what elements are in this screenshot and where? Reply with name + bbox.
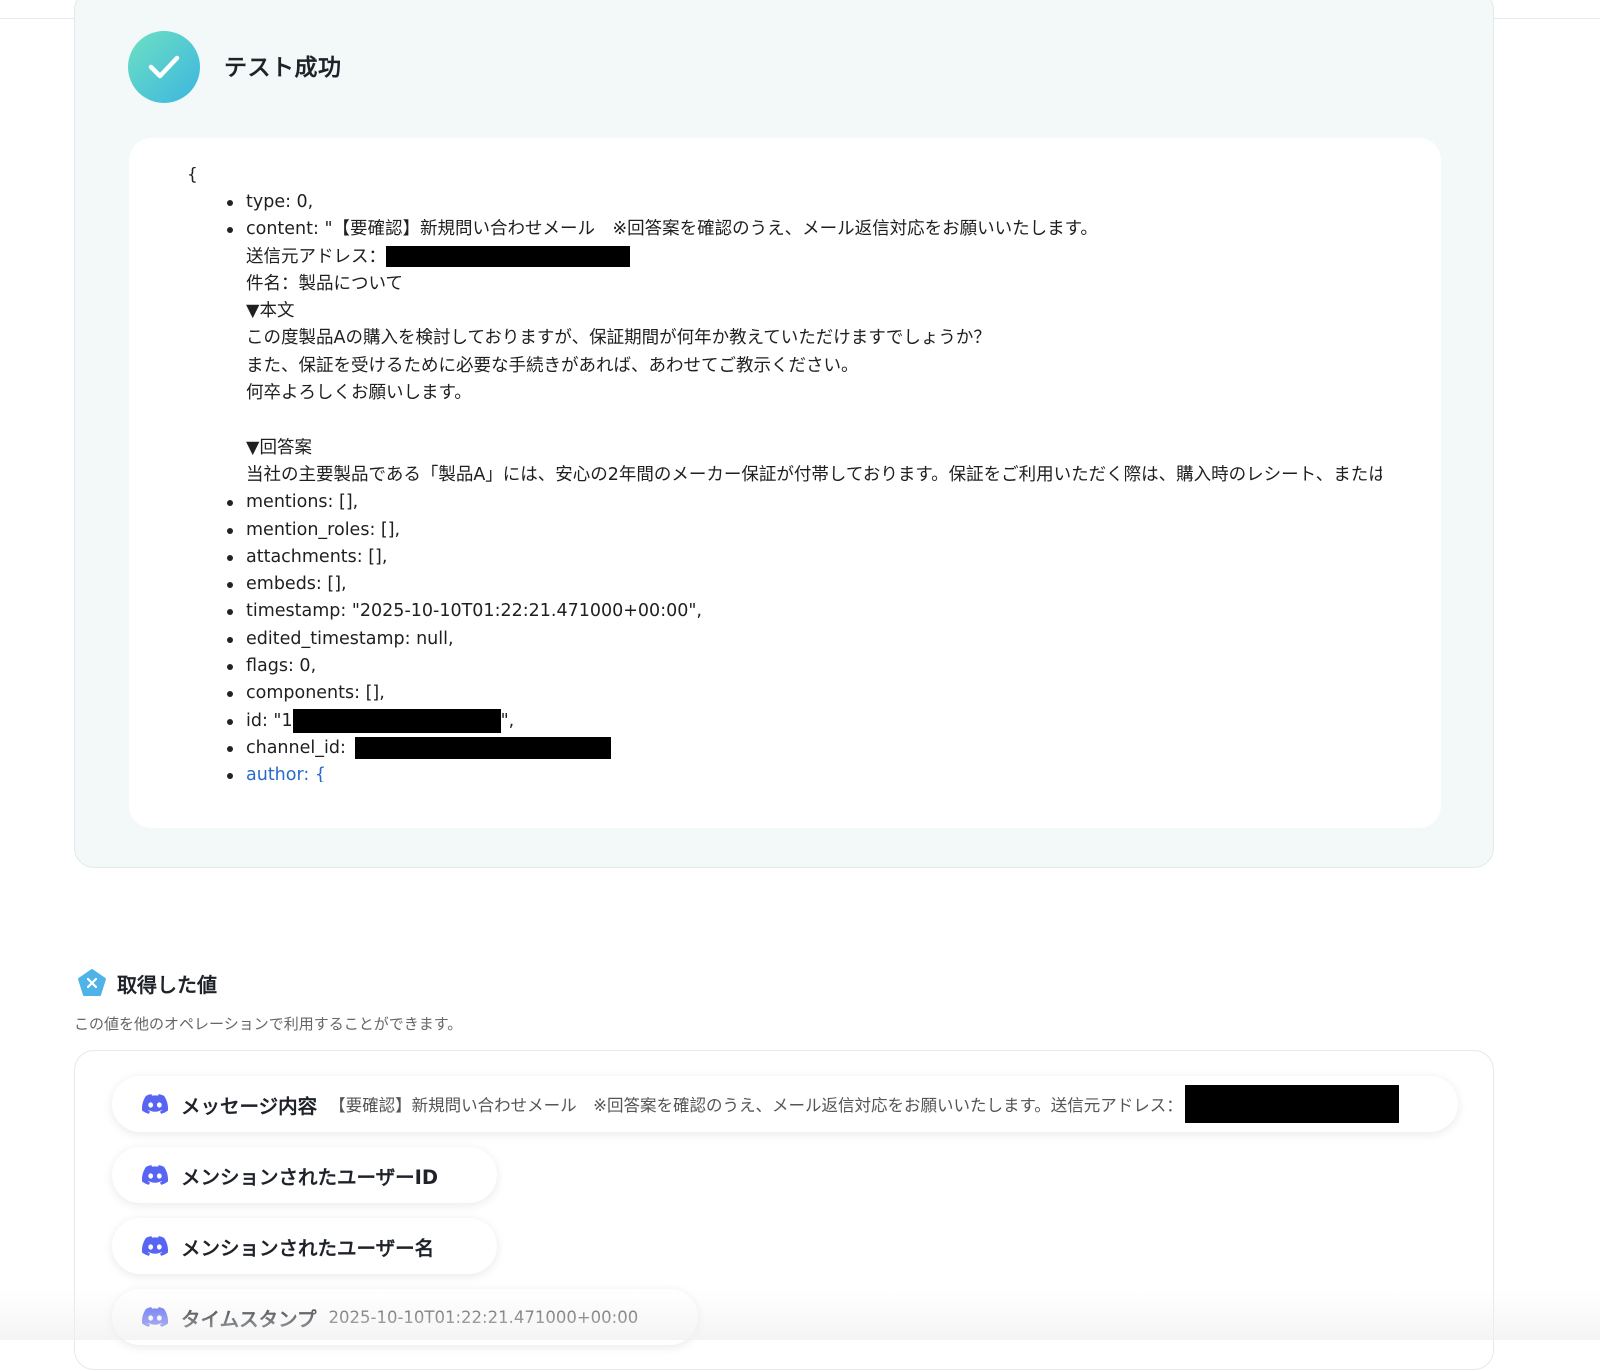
value-label: メッセージ内容 [181, 1094, 318, 1118]
redacted-block [386, 246, 630, 268]
json-field-id: id: "1 ", [187, 708, 1382, 735]
json-output-box[interactable]: { type: 0, content: "【要確認】新規問い合わせメール ※回答… [129, 138, 1441, 828]
value-pill-mentioned-user-name[interactable]: メンションされたユーザー名 [112, 1218, 497, 1274]
redacted-block [355, 736, 612, 759]
json-field-components: components: [], [187, 680, 1382, 707]
json-field-content: content: "【要確認】新規問い合わせメール ※回答案を確認のうえ、メール… [187, 216, 1382, 243]
variable-pentagon-icon [78, 969, 106, 996]
json-field-mentions: mentions: [], [187, 489, 1382, 516]
json-field-channel-id: channel_id: [187, 735, 1382, 762]
content-line-answer-header: ▼回答案 [246, 437, 312, 458]
value-preview: 【要確認】新規問い合わせメール ※回答案を確認のうえ、メール返信対応をお願いいた… [329, 1096, 1183, 1115]
json-field-flags: flags: 0, [187, 653, 1382, 680]
check-circle-icon [128, 31, 200, 103]
value-label: メンションされたユーザーID [181, 1165, 439, 1189]
redacted-block [1184, 1085, 1399, 1123]
json-field-list: type: 0, content: "【要確認】新規問い合わせメール ※回答案を… [187, 189, 1382, 244]
json-field-timestamp: timestamp: "2025-10-10T01:22:21.471000+0… [187, 598, 1382, 625]
json-field-attachments: attachments: [], [187, 544, 1382, 571]
json-output-scroll[interactable]: { type: 0, content: "【要確認】新規問い合わせメール ※回答… [187, 162, 1382, 782]
value-preview: 2025-10-10T01:22:21.471000+00:00 [328, 1307, 639, 1327]
discord-icon [142, 1307, 168, 1327]
content-line-sender: 送信元アドレス： [187, 244, 1382, 271]
content-line-answer: 当社の主要製品である「製品A」には、安心の2年間のメーカー保証が付帯しております… [246, 464, 1382, 485]
redacted-block [292, 708, 501, 733]
value-pill-timestamp[interactable]: タイムスタンプ 2025-10-10T01:22:21.471000+00:00 [112, 1289, 698, 1345]
content-line-body-2: また、保証を受けるために必要な手続きがあれば、あわせてご教示ください。 [246, 355, 859, 376]
test-success-title: テスト成功 [224, 55, 342, 81]
discord-icon [142, 1094, 168, 1114]
json-field-embeds: embeds: [], [187, 571, 1382, 598]
acquired-values-description: この値を他のオペレーションで利用することができます。 [74, 1015, 463, 1033]
value-pill-message-content[interactable]: メッセージ内容 【要確認】新規問い合わせメール ※回答案を確認のうえ、メール返信… [112, 1076, 1458, 1132]
content-line-body-header: ▼本文 [246, 301, 295, 322]
acquired-values-header: 取得した値 [77, 968, 217, 998]
value-pill-mentioned-user-id[interactable]: メンションされたユーザーID [112, 1147, 497, 1203]
json-field-mention-roles: mention_roles: [], [187, 517, 1382, 544]
content-line-body-1: この度製品Aの購入を検討しておりますが、保証期間が何年か教えていただけますでしょ… [246, 328, 991, 349]
content-blank-line [187, 407, 1382, 434]
json-field-edited-timestamp: edited_timestamp: null, [187, 626, 1382, 653]
json-field-type: type: 0, [187, 189, 1382, 216]
value-label: メンションされたユーザー名 [181, 1236, 435, 1260]
json-open-brace: { [187, 165, 198, 185]
json-field-list-rest: mentions: [], mention_roles: [], attachm… [187, 489, 1382, 782]
content-line-body-3: 何卒よろしくお願いします。 [246, 383, 472, 404]
discord-icon [142, 1165, 168, 1185]
json-field-author[interactable]: author: { [187, 762, 1382, 782]
acquired-values-title: 取得した値 [117, 972, 217, 997]
content-line-subject: 件名：製品について [246, 273, 403, 294]
discord-icon [142, 1236, 168, 1256]
value-label: タイムスタンプ [181, 1307, 317, 1331]
